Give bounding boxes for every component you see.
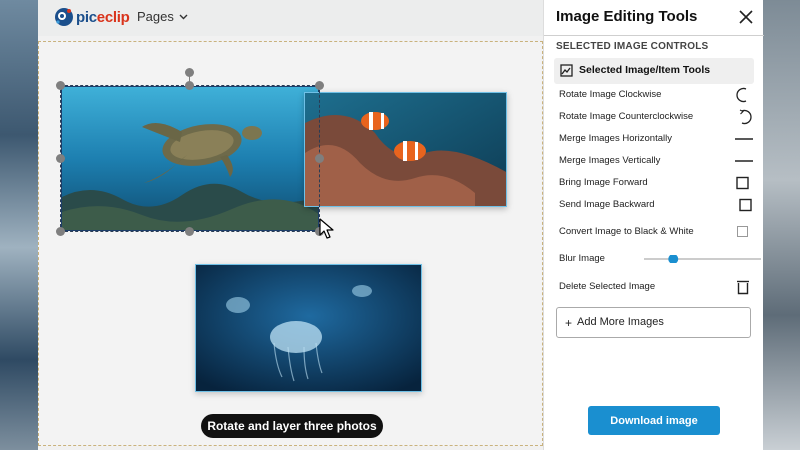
tool-label: Merge Images Vertically <box>559 155 661 166</box>
download-image-button[interactable]: Download image <box>588 406 720 435</box>
tool-label: Rotate Image Counterclockwise <box>559 111 694 122</box>
background-strip-right <box>763 0 800 450</box>
tool-label: Blur Image <box>559 253 605 264</box>
merge-vertical-icon <box>735 160 753 162</box>
resize-handle-bottom-left[interactable] <box>56 227 65 236</box>
tool-label: Bring Image Forward <box>559 177 648 188</box>
add-more-label: Add More Images <box>577 316 664 328</box>
bring-forward-icon <box>736 176 749 190</box>
tool-label: Rotate Image Clockwise <box>559 89 662 100</box>
tool-label: Merge Images Horizontally <box>559 133 672 144</box>
tool-black-and-white[interactable]: Convert Image to Black & White <box>559 224 754 240</box>
checkbox-icon[interactable] <box>735 224 751 240</box>
resize-handle-left[interactable] <box>56 154 65 163</box>
logo[interactable]: piceclip <box>54 6 130 28</box>
tool-label: Delete Selected Image <box>559 281 656 292</box>
trash-icon <box>737 280 749 295</box>
add-more-images-button[interactable]: + Add More Images <box>556 307 751 338</box>
merge-horizontal-icon <box>735 138 753 140</box>
caption-pill: Rotate and layer three photos <box>201 414 383 438</box>
editor-app: piceclip Pages Rotate and layer three ph… <box>38 0 543 450</box>
rotate-ccw-icon <box>739 109 752 125</box>
tool-label: Send Image Backward <box>559 199 655 210</box>
close-icon[interactable] <box>737 8 755 26</box>
slider-thumb[interactable] <box>668 254 679 264</box>
logo-text: piceclip <box>76 8 130 26</box>
tab-selected-image-tools[interactable]: Selected Image/Item Tools <box>554 58 754 84</box>
selection-box[interactable] <box>60 85 320 232</box>
tool-rotate-clockwise[interactable]: Rotate Image Clockwise <box>559 87 754 103</box>
resize-handle-top-left[interactable] <box>56 81 65 90</box>
tool-label: Convert Image to Black & White <box>559 226 694 237</box>
logo-text-b: eclip <box>96 8 130 26</box>
top-bar: piceclip Pages <box>38 0 543 36</box>
chevron-down-icon <box>179 14 188 19</box>
panel-title: Image Editing Tools <box>556 8 698 25</box>
resize-handle-right[interactable] <box>315 154 324 163</box>
image-icon <box>560 64 573 77</box>
send-backward-icon <box>739 198 752 212</box>
tool-bring-forward[interactable]: Bring Image Forward <box>559 175 754 191</box>
resize-handle-top[interactable] <box>185 81 194 90</box>
blur-slider[interactable] <box>644 254 761 264</box>
editing-tools-panel: Image Editing Tools SELECTED IMAGE CONTR… <box>543 0 764 450</box>
rotate-handle[interactable] <box>185 68 194 77</box>
tool-merge-horizontally[interactable]: Merge Images Horizontally <box>559 131 754 147</box>
tool-delete-image[interactable]: Delete Selected Image <box>559 279 754 295</box>
tool-merge-vertically[interactable]: Merge Images Vertically <box>559 153 754 169</box>
logo-icon <box>55 8 73 26</box>
resize-handle-top-right[interactable] <box>315 81 324 90</box>
logo-text-a: pic <box>76 8 97 26</box>
tools-tab-label: Selected Image/Item Tools <box>579 64 711 76</box>
design-canvas[interactable]: Rotate and layer three photos <box>38 41 543 446</box>
rotate-cw-icon <box>736 87 747 103</box>
photo-jellyfish[interactable] <box>195 264 422 392</box>
panel-header: Image Editing Tools <box>544 0 764 36</box>
pages-menu-button[interactable]: Pages <box>137 9 188 24</box>
plus-icon: + <box>565 316 573 330</box>
slider-track <box>644 254 761 264</box>
pages-label: Pages <box>137 9 174 24</box>
mouse-cursor-icon <box>319 218 334 239</box>
background-strip-left <box>0 0 38 450</box>
tool-blur-image[interactable]: Blur Image <box>559 251 761 267</box>
tool-rotate-counterclockwise[interactable]: Rotate Image Counterclockwise <box>559 109 754 125</box>
tool-send-backward[interactable]: Send Image Backward <box>559 197 754 213</box>
resize-handle-bottom[interactable] <box>185 227 194 236</box>
photo-clownfish[interactable] <box>304 92 507 207</box>
section-label: SELECTED IMAGE CONTROLS <box>556 41 709 52</box>
